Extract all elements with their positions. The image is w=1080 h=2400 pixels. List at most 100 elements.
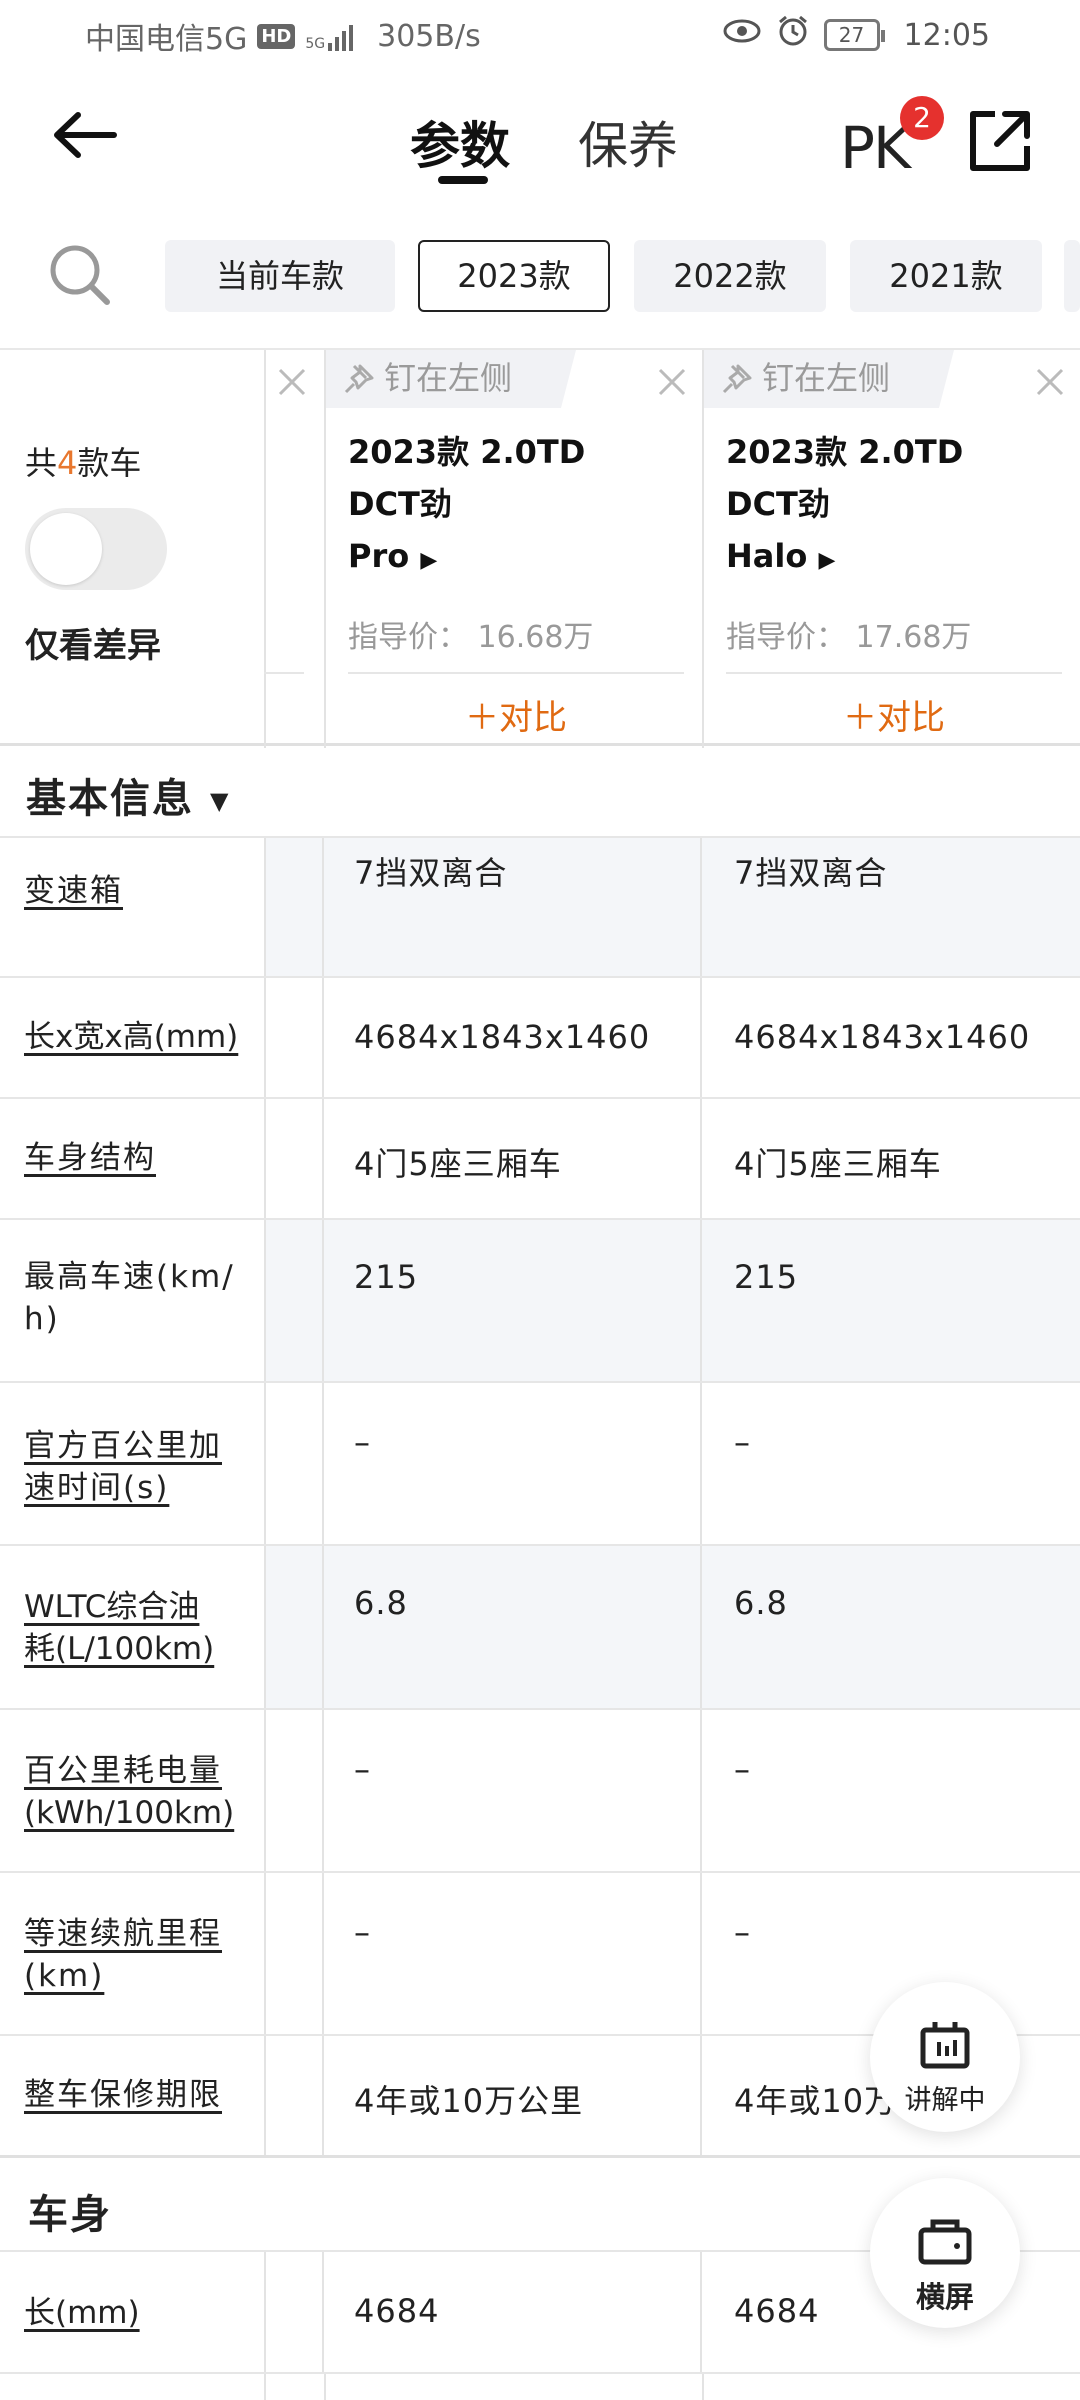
signal-icon: 5G [305, 21, 354, 52]
cell-value: 4684x1843x1460 [734, 1018, 1031, 1056]
cell-value: 4年或10万公里 [354, 2082, 584, 2120]
back-arrow-icon [54, 112, 117, 158]
search-icon [50, 245, 110, 305]
filter-chip-2023[interactable]: 2023款 [418, 240, 610, 312]
pin-icon [722, 364, 752, 394]
add-compare-button[interactable]: ＋对比 [348, 690, 684, 739]
cell-value: 215 [354, 1258, 419, 1296]
row-label-line1: WLTC综合油 [24, 1589, 200, 1625]
count-suffix: 款车 [77, 444, 142, 482]
row-label[interactable]: 变速箱 [24, 870, 246, 912]
value-cell: 7挡双离合 [324, 838, 702, 976]
value-cell: 7挡双离合 [702, 838, 1080, 976]
value-cell: 4门5座三厢车 [702, 1099, 1080, 1218]
diff-only-label: 仅看差异 [25, 626, 161, 666]
row-label[interactable]: 车身结构 [24, 1137, 246, 1179]
table-row: WLTC综合油 耗(L/100km) 6.8 6.8 [0, 1546, 1080, 1710]
table-row: 百公里耗电量 (kWh/100km) – – [0, 1710, 1080, 1873]
filter-chip-2022[interactable]: 2022款 [634, 240, 826, 312]
calendar-icon [920, 2022, 970, 2069]
divider [324, 2374, 326, 2400]
close-icon[interactable] [272, 362, 312, 402]
section-header-body[interactable]: 车身 [28, 2182, 112, 2240]
car-name-link[interactable]: 2023款 2.0TD DCT劲 Halo ▶ [726, 426, 1046, 587]
car-name-link[interactable]: 2023款 2.0TD DCT劲 Pro ▶ [348, 426, 668, 587]
value-cell: 4684x1843x1460 [702, 978, 1080, 1097]
value-cell: 6.8 [324, 1546, 702, 1708]
close-icon[interactable] [1030, 362, 1070, 402]
cell-value: – [734, 1423, 751, 1461]
car-name-line1: 2023款 2.0TD DCT劲 [726, 433, 964, 523]
car-price: 指导价： 17.68万 [726, 620, 972, 655]
filter-chip-2021[interactable]: 2021款 [850, 240, 1042, 312]
play-triangle-icon: ▶ [420, 548, 438, 573]
row-label[interactable]: 长x宽x高(mm) [24, 1016, 246, 1058]
divider [264, 350, 266, 748]
share-button[interactable] [965, 106, 1035, 176]
spacer-cell [264, 1546, 324, 1708]
cell-value: 4门5座三厢车 [354, 1145, 562, 1183]
value-cell: – [324, 1383, 702, 1544]
landscape-label: 横屏 [915, 2280, 974, 2314]
back-button[interactable] [40, 100, 130, 170]
caret-down-icon: ▼ [209, 787, 231, 815]
cell-value: 6.8 [734, 1584, 788, 1622]
divider [702, 2374, 704, 2400]
active-tab-indicator [438, 176, 488, 184]
filter-chip-more[interactable] [1064, 240, 1080, 312]
table-row: 长x宽x高(mm) 4684x1843x1460 4684x1843x1460 [0, 978, 1080, 1099]
pk-label: PK [840, 114, 911, 182]
row-label[interactable]: 官方百公里加 速时间(s) [24, 1425, 246, 1509]
spacer-cell [264, 1383, 324, 1544]
row-label-line2: 耗(L/100km) [24, 1631, 215, 1667]
signal-type-label: 5G [305, 36, 326, 52]
row-label[interactable]: WLTC综合油 耗(L/100km) [24, 1586, 246, 1670]
pin-icon [344, 364, 374, 394]
value-cell: – [324, 1710, 702, 1871]
row-label[interactable]: 长(mm) [24, 2292, 246, 2334]
row-label-line1: 官方百公里加 [24, 1428, 222, 1464]
diff-only-toggle[interactable] [25, 508, 167, 590]
status-bar: 中国电信5G HD 5G 305B/s 27 12:05 [0, 0, 1080, 70]
spacer-cell [264, 2252, 324, 2372]
row-label[interactable]: 百公里耗电量 (kWh/100km) [24, 1750, 246, 1834]
landscape-button[interactable]: 横屏 [870, 2178, 1020, 2328]
filter-chip-current[interactable]: 当前车款 [165, 240, 395, 312]
car-count: 4 [57, 444, 78, 482]
search-button[interactable] [45, 240, 115, 310]
value-cell: 4684x1843x1460 [324, 978, 702, 1097]
pin-label: 钉在左侧 [762, 359, 891, 397]
share-icon [970, 111, 1030, 171]
spacer-cell [264, 978, 324, 1097]
cell-value: 4门5座三厢车 [734, 1145, 942, 1183]
table-row: 最高车速(km/ h) 215 215 [0, 1220, 1080, 1383]
network-speed: 305B/s [377, 18, 481, 54]
explain-label: 讲解中 [904, 2085, 986, 2116]
value-cell: 4684 [324, 2252, 702, 2372]
tab-params[interactable]: 参数 [410, 106, 510, 178]
tab-maintenance[interactable]: 保养 [578, 106, 678, 178]
cell-value: – [354, 1913, 371, 1951]
row-label[interactable]: 整车保修期限 [24, 2074, 246, 2116]
carrier-label: 中国电信5G [85, 22, 248, 57]
section-title: 基本信息 [26, 776, 194, 822]
row-label[interactable]: 等速续航里程 (km) [24, 1913, 246, 1997]
spacer-cell [264, 2036, 324, 2155]
add-compare-button[interactable]: ＋对比 [726, 690, 1062, 739]
cell-value: – [354, 1750, 371, 1788]
cell-value: 7挡双离合 [354, 854, 508, 892]
cell-value: 215 [734, 1258, 799, 1296]
pin-label: 钉在左侧 [384, 359, 513, 397]
section-header-basic-info[interactable]: 基本信息 ▼ [26, 766, 230, 824]
pk-button[interactable]: PK 2 [830, 96, 944, 186]
explain-button[interactable]: 讲解中 [870, 1982, 1020, 2132]
car-name-line1: 2023款 2.0TD DCT劲 [348, 433, 586, 523]
cell-value: – [734, 1750, 751, 1788]
cell-value: 7挡双离合 [734, 854, 888, 892]
cell-value: 4684 [354, 2292, 440, 2330]
eye-icon [722, 16, 762, 54]
pk-count-badge: 2 [900, 96, 944, 140]
close-icon[interactable] [652, 362, 692, 402]
table-row: 车身结构 4门5座三厢车 4门5座三厢车 [0, 1099, 1080, 1220]
value-cell: 215 [324, 1220, 702, 1381]
